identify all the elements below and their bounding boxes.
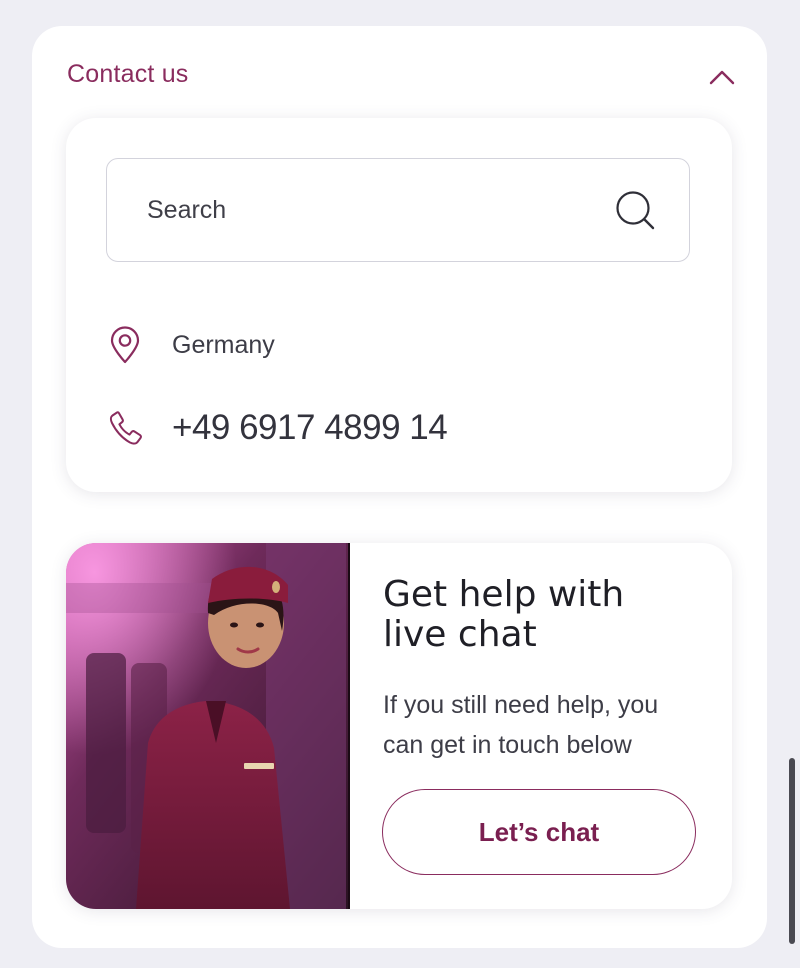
chevron-up-icon bbox=[709, 70, 735, 85]
phone-number[interactable]: +49 6917 4899 14 bbox=[172, 408, 448, 448]
live-chat-title-line-2: live chat bbox=[383, 614, 537, 655]
search-icon[interactable] bbox=[615, 190, 657, 232]
search-field[interactable] bbox=[106, 158, 690, 262]
location-row[interactable]: Germany bbox=[108, 324, 275, 366]
contact-us-heading: Contact us bbox=[67, 60, 189, 88]
live-chat-title-line-1: Get help with bbox=[383, 574, 625, 615]
live-chat-description: If you still need help, you can get in t… bbox=[383, 691, 659, 759]
phone-row[interactable]: +49 6917 4899 14 bbox=[108, 398, 448, 458]
map-pin-icon bbox=[108, 325, 142, 365]
search-input[interactable] bbox=[147, 159, 577, 261]
live-chat-card: Get help with live chat If you still nee… bbox=[66, 543, 732, 909]
contact-details-card: Germany +49 6917 4899 14 bbox=[66, 118, 732, 492]
flight-attendant-photo bbox=[66, 543, 350, 909]
phone-icon bbox=[108, 408, 144, 448]
contact-us-panel: Contact us Germany bbox=[32, 26, 767, 948]
collapse-button[interactable] bbox=[705, 62, 739, 92]
scrollbar-thumb[interactable] bbox=[789, 758, 795, 944]
live-chat-title: Get help with live chat bbox=[383, 575, 703, 655]
lets-chat-button[interactable]: Let’s chat bbox=[382, 789, 696, 875]
location-country: Germany bbox=[172, 330, 275, 359]
